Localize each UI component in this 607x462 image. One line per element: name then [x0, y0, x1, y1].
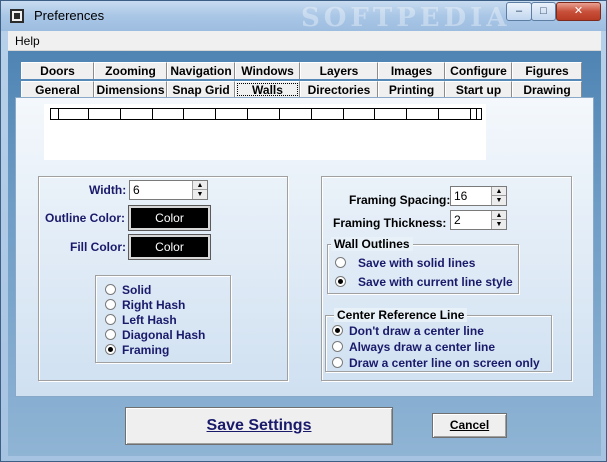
- tab-doors[interactable]: Doors: [21, 62, 94, 79]
- app-icon: [10, 9, 24, 23]
- close-icon: ✕: [573, 5, 584, 17]
- tab-figures[interactable]: Figures: [512, 62, 582, 79]
- minimize-icon: –: [515, 5, 523, 17]
- framing-spacing-spinner[interactable]: 16 ▲ ▼: [450, 186, 507, 206]
- width-spinner[interactable]: 6 ▲ ▼: [129, 180, 208, 200]
- framing-group: Framing Spacing: 16 ▲ ▼ Framing Thicknes…: [321, 176, 572, 381]
- minimize-button[interactable]: –: [506, 2, 532, 21]
- wall-preview: [44, 104, 486, 160]
- preferences-window: Preferences SOFTPEDIA – □ ✕ Help Doors Z…: [0, 0, 607, 462]
- walls-panel: Width: 6 ▲ ▼ Outline Color: Color Fill C…: [15, 97, 594, 397]
- tab-navigation[interactable]: Navigation: [167, 62, 235, 79]
- tab-zooming[interactable]: Zooming: [94, 62, 167, 79]
- close-button[interactable]: ✕: [556, 2, 601, 21]
- tab-dimensions[interactable]: Dimensions: [94, 81, 167, 98]
- tab-windows[interactable]: Windows: [235, 62, 300, 79]
- framing-thickness-value: 2: [454, 213, 461, 227]
- wall-outlines-legend: Wall Outlines: [331, 237, 413, 251]
- framing-spacing-value: 16: [454, 189, 468, 203]
- outline-color-label: Outline Color:: [45, 211, 125, 225]
- center-line-legend: Center Reference Line: [334, 308, 468, 322]
- thickness-up-icon[interactable]: ▲: [492, 211, 506, 220]
- tab-drawing[interactable]: Drawing: [512, 81, 582, 98]
- tab-start-up[interactable]: Start up: [445, 81, 512, 98]
- wall-style-group: Width: 6 ▲ ▼ Outline Color: Color Fill C…: [38, 176, 288, 381]
- wall-outlines-group: Wall Outlines Save with solid lines Save…: [327, 237, 519, 294]
- maximize-button[interactable]: □: [531, 2, 556, 21]
- title-bar[interactable]: Preferences SOFTPEDIA – □ ✕: [1, 1, 606, 33]
- fill-color-label: Fill Color:: [70, 240, 126, 254]
- menu-help[interactable]: Help: [15, 34, 40, 48]
- fill-color-button[interactable]: Color: [128, 234, 211, 260]
- tab-printing[interactable]: Printing: [378, 81, 445, 98]
- wall-preview-ruler: [50, 108, 482, 120]
- watermark-logo: SOFTPEDIA: [301, 3, 511, 33]
- framing-thickness-spinner[interactable]: 2 ▲ ▼: [450, 210, 507, 230]
- tab-walls[interactable]: Walls: [235, 81, 300, 98]
- thickness-down-icon[interactable]: ▼: [492, 220, 506, 229]
- tab-snap-grid[interactable]: Snap Grid: [167, 81, 235, 98]
- spacing-up-icon[interactable]: ▲: [492, 187, 506, 196]
- outline-color-button[interactable]: Color: [128, 205, 211, 231]
- framing-thickness-label: Framing Thickness:: [333, 216, 447, 230]
- tab-directories[interactable]: Directories: [300, 81, 378, 98]
- cancel-button[interactable]: Cancel: [432, 413, 507, 438]
- tab-strip: Doors Zooming Navigation Windows Layers …: [15, 58, 587, 100]
- fill-pattern-group: Solid Right Hash Left Hash Diagonal Hash…: [95, 275, 231, 363]
- client-area: Doors Zooming Navigation Windows Layers …: [8, 51, 601, 456]
- framing-spacing-label: Framing Spacing:: [349, 193, 451, 207]
- spacing-down-icon[interactable]: ▼: [492, 196, 506, 205]
- window-title: Preferences: [34, 8, 105, 23]
- width-up-icon[interactable]: ▲: [193, 181, 207, 190]
- width-down-icon[interactable]: ▼: [193, 190, 207, 199]
- tab-layers[interactable]: Layers: [300, 62, 378, 79]
- menu-bar: Help: [8, 31, 601, 51]
- tab-configure[interactable]: Configure: [445, 62, 512, 79]
- save-settings-button[interactable]: Save Settings: [125, 407, 393, 445]
- tab-general[interactable]: General: [21, 81, 94, 98]
- maximize-icon: □: [540, 5, 547, 17]
- width-value: 6: [133, 183, 140, 197]
- center-line-group: Center Reference Line Don't draw a cente…: [325, 308, 552, 372]
- tab-images[interactable]: Images: [378, 62, 445, 79]
- width-label: Width:: [89, 183, 127, 197]
